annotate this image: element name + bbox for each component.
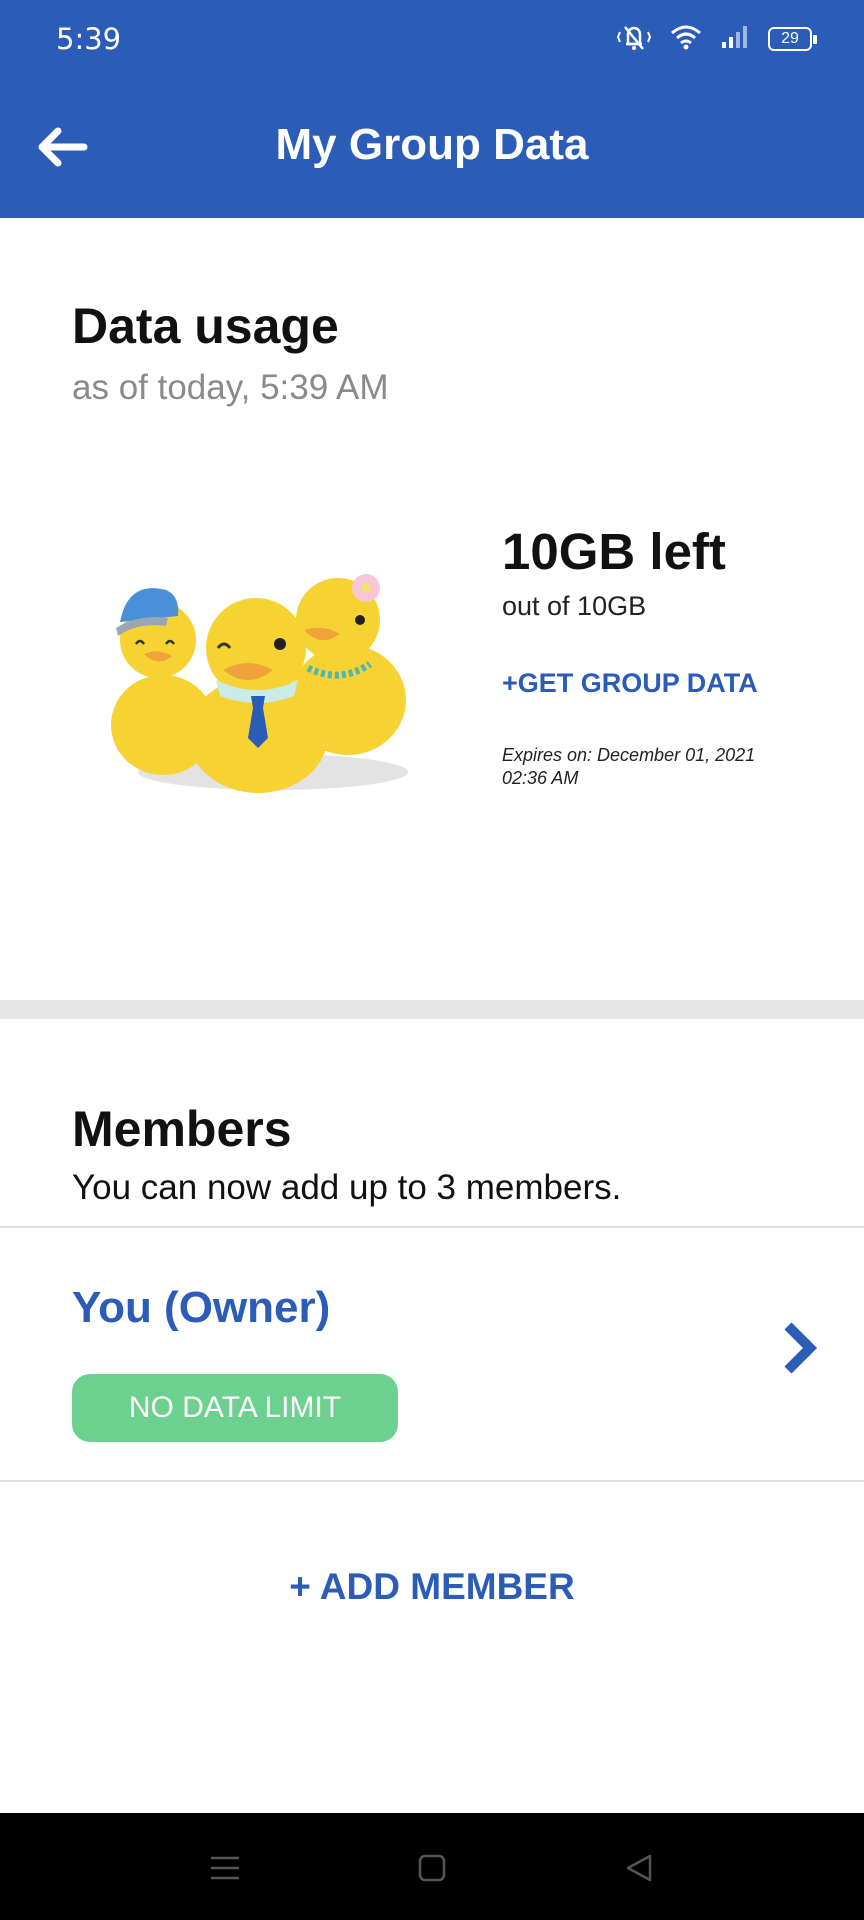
- menu-button[interactable]: [200, 1843, 250, 1893]
- status-time: 5:39: [56, 22, 122, 56]
- page-title: My Group Data: [275, 120, 589, 169]
- data-total: out of 10GB: [502, 591, 647, 621]
- status-icons: 29: [616, 22, 817, 57]
- battery-icon: 29: [768, 27, 817, 51]
- home-button[interactable]: [407, 1843, 457, 1893]
- section-divider: [0, 1000, 864, 1019]
- system-nav-bar: [0, 1813, 864, 1920]
- data-usage-title: Data usage: [72, 298, 339, 354]
- members-title: Members: [72, 1101, 292, 1157]
- data-usage-timestamp: as of today, 5:39 AM: [72, 368, 389, 407]
- app-bar: My Group Data: [0, 75, 864, 218]
- wifi-icon: [670, 23, 702, 56]
- home-icon: [418, 1854, 446, 1882]
- add-member-button[interactable]: + ADD MEMBER: [0, 1566, 864, 1608]
- back-icon: [626, 1854, 652, 1882]
- data-left-amount: 10GB left: [502, 523, 726, 580]
- ducks-illustration: [111, 574, 408, 793]
- status-bar: 5:39 29: [0, 0, 864, 75]
- member-name: You (Owner): [72, 1283, 331, 1332]
- battery-level: 29: [781, 30, 799, 47]
- vibrate-off-icon: [616, 22, 652, 57]
- get-group-data-link[interactable]: +GET GROUP DATA: [502, 668, 758, 699]
- signal-icon: [720, 24, 750, 55]
- menu-icon: [211, 1856, 239, 1880]
- chevron-right-icon: [784, 1322, 818, 1374]
- member-row-owner[interactable]: You (Owner) NO DATA LIMIT: [0, 1228, 864, 1480]
- nav-back-button[interactable]: [614, 1843, 664, 1893]
- divider: [0, 1480, 864, 1482]
- members-subtitle: You can now add up to 3 members.: [72, 1168, 622, 1207]
- expiry-text: Expires on: December 01, 2021 02:36 AM: [502, 745, 756, 788]
- data-limit-badge: NO DATA LIMIT: [72, 1374, 398, 1442]
